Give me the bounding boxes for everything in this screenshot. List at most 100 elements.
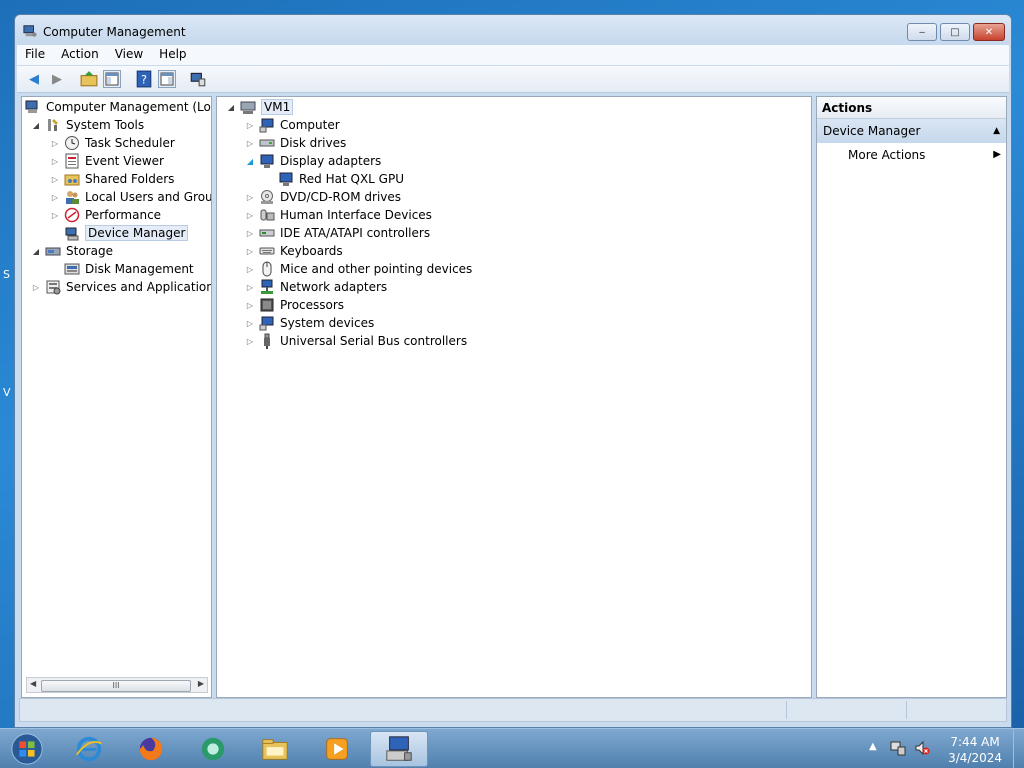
tree-item-disk-management[interactable]: Disk Management: [64, 260, 194, 278]
device-category-display-adapters[interactable]: ◢ Display adapters: [245, 152, 381, 170]
tree-item-local-users-groups[interactable]: ▷ Local Users and Groups: [50, 188, 211, 206]
device-item-red-hat-qxl-gpu[interactable]: Red Hat QXL GPU: [278, 170, 404, 188]
collapse-arrow-icon[interactable]: ◢: [226, 103, 236, 112]
tree-item-event-viewer[interactable]: ▷ Event Viewer: [50, 152, 164, 170]
device-category-ide-ata[interactable]: ▷ IDE ATA/ATAPI controllers: [245, 224, 430, 242]
expand-arrow-icon[interactable]: ▷: [245, 139, 255, 148]
expand-arrow-icon[interactable]: ▷: [50, 175, 60, 184]
expand-arrow-icon[interactable]: ▷: [245, 301, 255, 310]
show-hide-action-pane-icon[interactable]: [158, 70, 176, 88]
media-player-icon[interactable]: [310, 731, 364, 767]
actions-section-device-manager[interactable]: Device Manager ▲: [817, 119, 1006, 143]
help-icon[interactable]: ?: [135, 70, 153, 88]
device-label: Computer: [280, 118, 340, 132]
disk-drive-icon: [259, 135, 275, 151]
clock-time: 7:44 AM: [950, 735, 1000, 749]
expand-arrow-icon[interactable]: ▷: [245, 265, 255, 274]
tree-item-task-scheduler[interactable]: ▷ Task Scheduler: [50, 134, 175, 152]
close-button[interactable]: ✕: [973, 23, 1005, 41]
device-category-disk-drives[interactable]: ▷ Disk drives: [245, 134, 346, 152]
more-actions-label: More Actions: [848, 148, 926, 162]
collapse-arrow-icon[interactable]: ◢: [31, 247, 41, 256]
expand-arrow-icon[interactable]: ▷: [50, 211, 60, 220]
device-category-processors[interactable]: ▷ Processors: [245, 296, 344, 314]
volume-muted-tray-icon[interactable]: [914, 740, 930, 759]
expand-arrow-icon[interactable]: ▷: [245, 337, 255, 346]
expand-arrow-icon[interactable]: ▷: [245, 121, 255, 130]
device-category-system-devices[interactable]: ▷ System devices: [245, 314, 374, 332]
expand-arrow-icon[interactable]: ▷: [50, 193, 60, 202]
horizontal-scrollbar[interactable]: ◀ III ▶: [26, 677, 208, 693]
device-label: Human Interface Devices: [280, 208, 432, 222]
collapse-arrow-icon[interactable]: ◢: [245, 157, 255, 166]
forward-arrow-icon[interactable]: ▶: [48, 70, 66, 88]
start-button[interactable]: [4, 731, 50, 767]
device-category-dvd-cd-rom[interactable]: ▷ DVD/CD-ROM drives: [245, 188, 401, 206]
show-hide-console-tree-icon[interactable]: [103, 70, 121, 88]
tree-item-shared-folders[interactable]: ▷ Shared Folders: [50, 170, 174, 188]
expand-arrow-icon[interactable]: ▷: [50, 157, 60, 166]
device-category-mice[interactable]: ▷ Mice and other pointing devices: [245, 260, 472, 278]
device-label: Network adapters: [280, 280, 388, 294]
expand-arrow-icon[interactable]: ▷: [50, 139, 60, 148]
tree-item-services-applications[interactable]: ▷ Services and Applications: [31, 278, 211, 296]
device-root-vm1[interactable]: ◢ VM1: [226, 98, 294, 116]
scroll-left-arrow-icon[interactable]: ◀: [30, 679, 36, 688]
submenu-arrow-icon: ▶: [993, 149, 1001, 160]
tree-item-performance[interactable]: ▷ Performance: [50, 206, 161, 224]
expand-arrow-icon[interactable]: ▷: [245, 229, 255, 238]
tree-label: Storage: [66, 244, 113, 258]
windows-explorer-icon[interactable]: [248, 731, 302, 767]
menu-help[interactable]: Help: [151, 45, 194, 65]
tree-item-system-tools[interactable]: ◢ System Tools: [31, 116, 144, 134]
more-actions-item[interactable]: More Actions ▶: [848, 145, 1003, 165]
device-label: System devices: [280, 316, 375, 330]
internet-explorer-icon[interactable]: [62, 731, 116, 767]
taskbar: ▲ 7:44 AM 3/4/2024: [0, 728, 1024, 768]
computer-icon: [240, 99, 256, 115]
minimize-button[interactable]: ‒: [907, 23, 937, 41]
svg-text:?: ?: [141, 74, 147, 87]
device-properties-icon[interactable]: [189, 70, 207, 88]
show-hidden-icons-arrow-icon[interactable]: ▲: [869, 741, 877, 752]
computer-management-taskbar-button[interactable]: [370, 731, 428, 767]
back-arrow-icon[interactable]: ◀: [25, 70, 43, 88]
system-clock[interactable]: 7:44 AM 3/4/2024: [948, 734, 1002, 766]
device-manager-icon: [64, 225, 80, 241]
expand-arrow-icon[interactable]: ▷: [31, 283, 41, 292]
media-center-icon[interactable]: [186, 731, 240, 767]
device-category-usb[interactable]: ▷ Universal Serial Bus controllers: [245, 332, 467, 350]
collapse-arrow-icon[interactable]: ◢: [31, 121, 41, 130]
collapse-triangle-icon[interactable]: ▲: [993, 119, 1000, 143]
tree-item-device-manager[interactable]: Device Manager: [64, 224, 189, 242]
device-category-hid[interactable]: ▷ Human Interface Devices: [245, 206, 432, 224]
expand-arrow-icon[interactable]: ▷: [245, 193, 255, 202]
title-bar[interactable]: Computer Management ‒ □ ✕: [15, 15, 1011, 47]
tree-item-computer-management[interactable]: Computer Management (Local: [25, 98, 211, 116]
expand-arrow-icon[interactable]: ▷: [245, 319, 255, 328]
up-folder-icon[interactable]: [80, 70, 98, 88]
expand-arrow-icon[interactable]: ▷: [245, 211, 255, 220]
services-icon: [45, 279, 61, 295]
expand-arrow-icon[interactable]: ▷: [245, 283, 255, 292]
device-label: Display adapters: [280, 154, 382, 168]
menu-file[interactable]: File: [17, 45, 53, 65]
tree-item-storage[interactable]: ◢ Storage: [31, 242, 113, 260]
show-desktop-button[interactable]: [1013, 729, 1024, 768]
scrollbar-thumb[interactable]: III: [41, 680, 191, 692]
device-category-computer[interactable]: ▷ Computer: [245, 116, 340, 134]
firefox-icon[interactable]: [124, 731, 178, 767]
expand-arrow-icon[interactable]: ▷: [245, 247, 255, 256]
tree-label-selected: Device Manager: [85, 225, 189, 241]
scroll-right-arrow-icon[interactable]: ▶: [198, 679, 204, 688]
maximize-button[interactable]: □: [940, 23, 970, 41]
device-category-keyboards[interactable]: ▷ Keyboards: [245, 242, 343, 260]
computer-management-icon: [25, 99, 41, 115]
menu-action[interactable]: Action: [53, 45, 107, 65]
menu-view[interactable]: View: [107, 45, 151, 65]
hid-icon: [259, 207, 275, 223]
device-category-network-adapters[interactable]: ▷ Network adapters: [245, 278, 387, 296]
network-tray-icon[interactable]: [890, 740, 906, 759]
disk-management-icon: [64, 261, 80, 277]
tree-label: Event Viewer: [85, 154, 164, 168]
